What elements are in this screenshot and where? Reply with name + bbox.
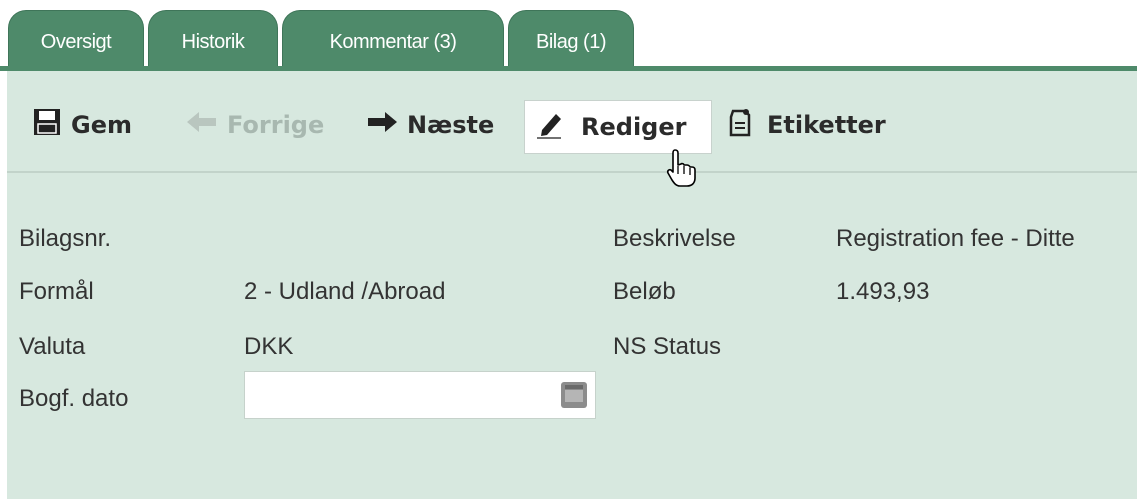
beloeb-value: 1.493,93: [836, 278, 930, 305]
tags-button[interactable]: Etiketter: [727, 107, 886, 143]
previous-button[interactable]: Forrige: [187, 107, 324, 143]
edit-button[interactable]: Rediger: [524, 100, 712, 154]
hand-cursor-icon: [665, 148, 699, 192]
bogf-dato-label: Bogf. dato: [19, 385, 129, 412]
valuta-label: Valuta: [19, 333, 86, 360]
calendar-icon[interactable]: [561, 382, 587, 408]
tags-label: Etiketter: [767, 111, 886, 139]
beskrivelse-label: Beskrivelse: [613, 225, 736, 252]
tag-icon: [727, 107, 753, 143]
previous-label: Forrige: [227, 111, 325, 139]
edit-label: Rediger: [581, 113, 687, 141]
save-button[interactable]: Gem: [33, 107, 132, 143]
save-label: Gem: [71, 111, 132, 139]
next-label: Næste: [407, 111, 495, 139]
bilagsnr-label: Bilagsnr.: [19, 225, 112, 252]
beskrivelse-value: Registration fee - Ditte: [836, 225, 1075, 252]
tab-historik[interactable]: Historik: [148, 10, 278, 70]
ns-status-label: NS Status: [613, 333, 722, 360]
toolbar: Gem Forrige Næste Rediger Etiketter: [7, 100, 1137, 173]
valuta-value: DKK: [244, 333, 294, 360]
formaal-value: 2 - Udland /Abroad: [244, 278, 446, 305]
save-icon: [33, 108, 61, 142]
next-button[interactable]: Næste: [367, 107, 494, 143]
tab-bilag[interactable]: Bilag (1): [508, 10, 634, 70]
tab-kommentar[interactable]: Kommentar (3): [282, 10, 504, 70]
pencil-icon: [535, 109, 565, 145]
toolbar-divider: [7, 171, 1137, 173]
formaal-label: Formål: [19, 278, 94, 305]
arrow-left-icon: [187, 111, 217, 139]
arrow-right-icon: [367, 111, 397, 139]
tab-oversigt[interactable]: Oversigt: [8, 10, 144, 70]
bogf-dato-input[interactable]: [244, 371, 596, 419]
detail-panel: Gem Forrige Næste Rediger Etiketter Bila…: [7, 71, 1137, 499]
beloeb-label: Beløb: [613, 278, 676, 305]
